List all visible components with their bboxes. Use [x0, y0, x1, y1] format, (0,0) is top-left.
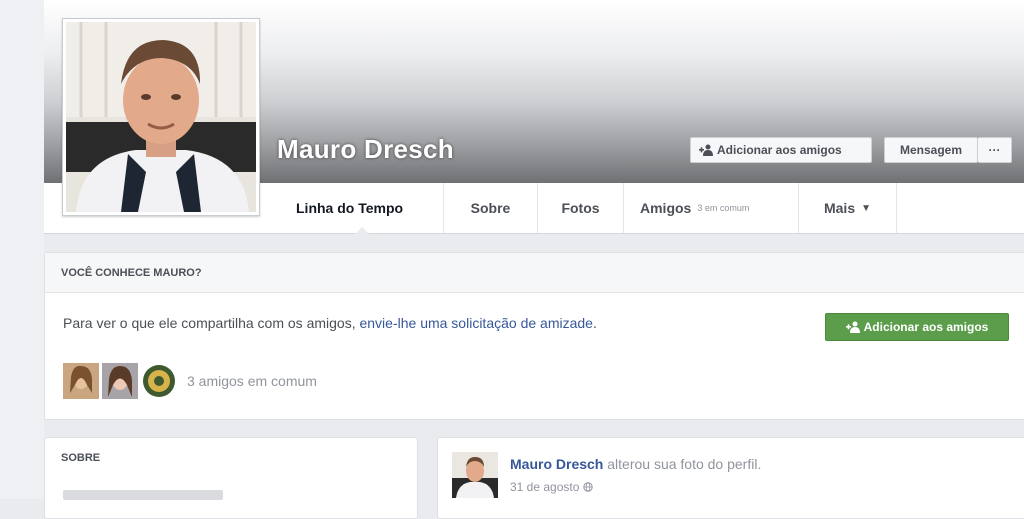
post-meta: 31 de agosto [510, 480, 594, 494]
tab-about-label: Sobre [470, 200, 511, 216]
add-friend-icon [699, 144, 713, 156]
mutual-friend-avatar[interactable] [63, 363, 99, 399]
post-headline: Mauro Dresch alterou sua foto do perfil. [510, 456, 761, 472]
tab-timeline-label: Linha do Tempo [296, 200, 404, 216]
know-person-heading: VOCÊ CONHECE MAURO? [45, 253, 1024, 293]
know-person-card: VOCÊ CONHECE MAURO? Para ver o que ele c… [44, 252, 1024, 420]
tab-friends[interactable]: Amigos 3 em comum [624, 183, 799, 233]
profile-picture[interactable] [62, 18, 260, 216]
message-button[interactable]: Mensagem [884, 137, 978, 163]
tab-friends-mutual: 3 em comum [697, 203, 750, 213]
tab-photos[interactable]: Fotos [538, 183, 624, 233]
add-friend-green-button[interactable]: Adicionar aos amigos [825, 313, 1009, 341]
post-action-text: alterou sua foto do perfil. [603, 456, 762, 472]
add-friend-green-label: Adicionar aos amigos [863, 320, 989, 334]
tab-about[interactable]: Sobre [444, 183, 538, 233]
tab-more[interactable]: Mais ▼ [799, 183, 897, 233]
post-author-avatar[interactable] [452, 452, 498, 498]
timeline-post: Mauro Dresch alterou sua foto do perfil.… [437, 437, 1024, 519]
mutual-friends-avatars [63, 363, 177, 399]
tab-timeline[interactable]: Linha do Tempo [280, 183, 444, 234]
add-friend-button[interactable]: Adicionar aos amigos [690, 137, 872, 163]
left-gutter [0, 0, 44, 499]
tab-friends-label: Amigos [640, 200, 692, 216]
mutual-friends-count[interactable]: 3 amigos em comum [187, 373, 317, 389]
know-text-suffix: . [592, 315, 597, 331]
add-friend-label: Adicionar aos amigos [717, 143, 842, 157]
more-options-label: ··· [988, 143, 1001, 157]
post-date[interactable]: 31 de agosto [510, 480, 579, 494]
chevron-down-icon: ▼ [861, 202, 872, 214]
tab-more-label: Mais [823, 200, 856, 216]
message-label: Mensagem [899, 143, 963, 157]
know-person-text: Para ver o que ele compartilha com os am… [63, 313, 633, 334]
about-card: SOBRE [44, 437, 418, 519]
globe-icon[interactable] [583, 482, 594, 492]
send-request-link[interactable]: envie-lhe uma solicitação de amizade [359, 315, 592, 331]
mutual-friend-avatar[interactable] [141, 363, 177, 399]
profile-name[interactable]: Mauro Dresch [277, 134, 454, 165]
profile-picture-image [66, 22, 256, 212]
tab-photos-label: Fotos [561, 200, 600, 216]
add-friend-icon [845, 321, 860, 333]
know-text-prefix: Para ver o que ele compartilha com os am… [63, 315, 360, 331]
post-author-name[interactable]: Mauro Dresch [510, 456, 603, 472]
about-heading: SOBRE [61, 452, 101, 464]
more-options-button[interactable]: ··· [978, 137, 1012, 163]
mutual-friend-avatar[interactable] [102, 363, 138, 399]
